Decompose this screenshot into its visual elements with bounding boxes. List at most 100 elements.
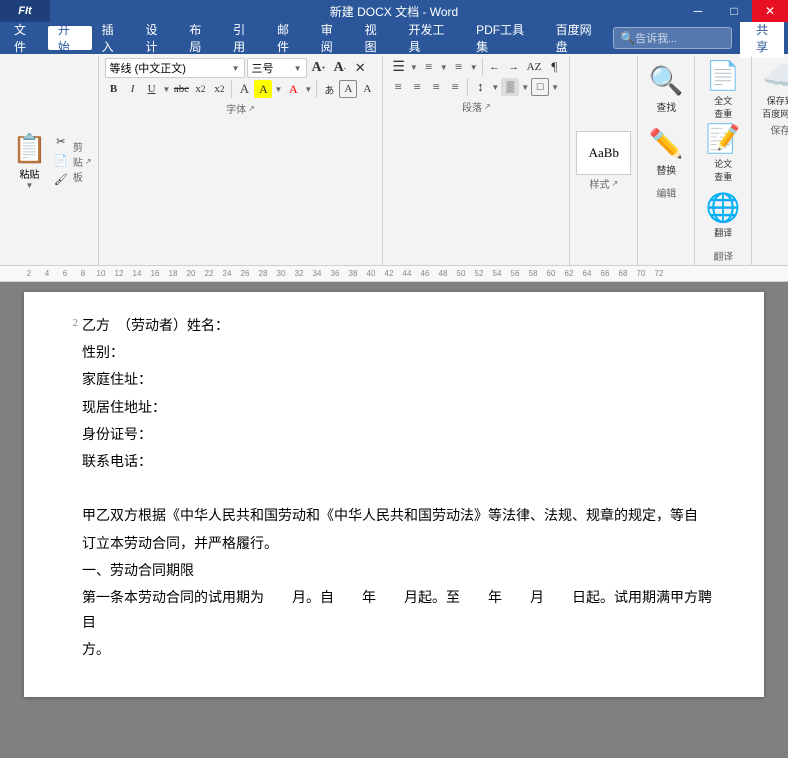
styles-expand-icon[interactable]: ↗ [611, 179, 618, 188]
editing-label: 编辑 [656, 185, 676, 200]
ruler-mark: 12 [110, 269, 128, 278]
find-button[interactable]: 🔍 查找 [642, 58, 690, 120]
replace-button[interactable]: ✏️ 替换 [642, 121, 690, 183]
underline-dropdown[interactable]: ▼ [162, 85, 172, 94]
close-button[interactable]: ✕ [752, 0, 788, 22]
font-grow-button[interactable]: A+ [309, 59, 329, 77]
menu-item-review[interactable]: 审阅 [311, 26, 355, 50]
text-effect-button[interactable]: A [235, 80, 253, 98]
menu-item-mailings[interactable]: 邮件 [267, 26, 311, 50]
document-page[interactable]: 2 乙方 （劳动者）姓名： 性别： 家庭住址： 现居住地址： 身份证号： 联系电… [24, 292, 764, 697]
line-number: 2 [64, 312, 78, 334]
font-shrink-button[interactable]: A- [331, 59, 349, 77]
minimize-button[interactable]: ─ [680, 0, 716, 22]
ruler-mark: 50 [452, 269, 470, 278]
multilevel-dropdown[interactable]: ▼ [469, 63, 479, 72]
shading-dropdown[interactable]: ▼ [520, 83, 530, 92]
bullets-button[interactable]: ☰ [389, 58, 408, 76]
sort-button[interactable]: AZ [524, 58, 545, 76]
show-marks-button[interactable]: ¶ [545, 58, 563, 76]
numbering-dropdown[interactable]: ▼ [439, 63, 449, 72]
font-size-select[interactable]: 三号 ▼ [247, 58, 307, 78]
styles-preview[interactable]: AaBb [576, 131, 631, 175]
doc-line-preamble2: 订立本劳动合同，并严格履行。 [82, 532, 724, 557]
translation-group: 📄 全文查重 📝 论文查重 🌐 翻译 翻译 [695, 56, 752, 265]
font-color-button[interactable]: A [284, 80, 302, 98]
menu-item-home[interactable]: 开始 [48, 26, 92, 50]
line-spacing-button[interactable]: ↕ [471, 78, 489, 96]
highlight-dropdown[interactable]: ▼ [273, 85, 283, 94]
align-right-button[interactable]: ≡ [427, 78, 445, 96]
justify-button[interactable]: ≡ [446, 78, 464, 96]
save-label-row: 保存 [756, 122, 788, 137]
paste-dropdown-icon[interactable]: ▼ [25, 181, 33, 190]
doc-line-gender: 性别： [82, 341, 724, 366]
editing-group: 🔍 查找 ✏️ 替换 编辑 [638, 56, 695, 265]
search-box[interactable]: 🔍 告诉我... [613, 27, 732, 49]
ruler-mark: 46 [416, 269, 434, 278]
menu-item-view[interactable]: 视图 [355, 26, 399, 50]
clipboard-expand-icon[interactable]: ↗ [85, 157, 92, 166]
ruler-mark: 8 [74, 269, 92, 278]
menu-item-pdf[interactable]: PDF工具集 [466, 26, 546, 50]
fulltext-check-button[interactable]: 📄 全文查重 [699, 58, 747, 120]
save-label: 保存 [770, 122, 788, 137]
numbering-button[interactable]: ≡ [420, 58, 438, 76]
menu-item-references[interactable]: 引用 [223, 26, 267, 50]
menu-item-layout[interactable]: 布局 [179, 26, 223, 50]
char-shading-button[interactable]: A [358, 80, 376, 98]
clear-format-button[interactable]: ✕ [351, 59, 369, 77]
doc-line-article1a: 第一条本劳动合同的试用期为 月。自 年 月起。至 年 月 日起。试用期满甲方聘目 [82, 586, 724, 636]
font-color-dropdown[interactable]: ▼ [303, 85, 313, 94]
font-divider2 [316, 80, 317, 98]
border-dropdown[interactable]: ▼ [550, 83, 560, 92]
shading-button[interactable]: ▒ [501, 78, 519, 96]
maximize-button[interactable]: □ [716, 0, 752, 22]
menu-item-design[interactable]: 设计 [135, 26, 179, 50]
line-spacing-dropdown[interactable]: ▼ [490, 83, 500, 92]
cut-button[interactable]: ✂ [51, 133, 71, 151]
menu-item-file[interactable]: 文件 [4, 26, 48, 50]
menu-item-baidu[interactable]: 百度网盘 [546, 26, 614, 50]
increase-indent-button[interactable]: → [505, 58, 523, 76]
ruler-mark: 68 [614, 269, 632, 278]
align-center-button[interactable]: ≡ [408, 78, 426, 96]
translate-button[interactable]: 🌐 翻译 [699, 184, 747, 246]
font-group: 等线 (中文正文) ▼ 三号 ▼ A+ A- ✕ B I U ▼ abc x2 … [99, 56, 384, 265]
font-name-select[interactable]: 等线 (中文正文) ▼ [105, 58, 245, 78]
decrease-indent-button[interactable]: ← [486, 58, 504, 76]
para-expand-icon[interactable]: ↗ [484, 102, 491, 111]
copy-button[interactable]: 📄 [51, 152, 71, 170]
para-label: 段落 [462, 99, 482, 114]
format-painter-button[interactable]: 🖌 [51, 171, 71, 189]
menu-item-insert[interactable]: 插入 [92, 26, 136, 50]
paste-button[interactable]: 📋 粘贴 ▼ [10, 130, 49, 192]
doc-line-homeaddr: 家庭住址： [82, 368, 724, 393]
ruler-mark: 56 [506, 269, 524, 278]
ruler-mark: 10 [92, 269, 110, 278]
subscript-button[interactable]: x2 [191, 80, 209, 98]
strikethrough-button[interactable]: abc [172, 80, 190, 98]
bold-button[interactable]: B [105, 80, 123, 98]
paper-check-button[interactable]: 📝 论文查重 [699, 121, 747, 183]
highlight-button[interactable]: A [254, 80, 272, 98]
char-border-button[interactable]: A [339, 80, 357, 98]
ruler-mark: 24 [218, 269, 236, 278]
underline-button[interactable]: U [143, 80, 161, 98]
share-button[interactable]: 共享 [740, 18, 784, 58]
phonetic-button[interactable]: あ [320, 80, 338, 98]
align-left-button[interactable]: ≡ [389, 78, 407, 96]
save-cloud-button[interactable]: ☁️ 保存到百度网盘 [756, 58, 788, 120]
fulltext-label: 全文查重 [714, 94, 732, 120]
document-area[interactable]: 2 乙方 （劳动者）姓名： 性别： 家庭住址： 现居住地址： 身份证号： 联系电… [0, 282, 788, 758]
fit-button[interactable]: FIt [0, 0, 50, 22]
font-expand-icon[interactable]: ↗ [248, 104, 255, 113]
multilevel-button[interactable]: ≡ [450, 58, 468, 76]
clipboard-small-buttons: ✂ 📄 🖌 [51, 133, 71, 189]
ruler-mark: 6 [56, 269, 74, 278]
border-button[interactable]: □ [531, 78, 549, 96]
bullets-dropdown[interactable]: ▼ [409, 63, 419, 72]
menu-item-developer[interactable]: 开发工具 [398, 26, 466, 50]
superscript-button[interactable]: x2 [210, 80, 228, 98]
italic-button[interactable]: I [124, 80, 142, 98]
